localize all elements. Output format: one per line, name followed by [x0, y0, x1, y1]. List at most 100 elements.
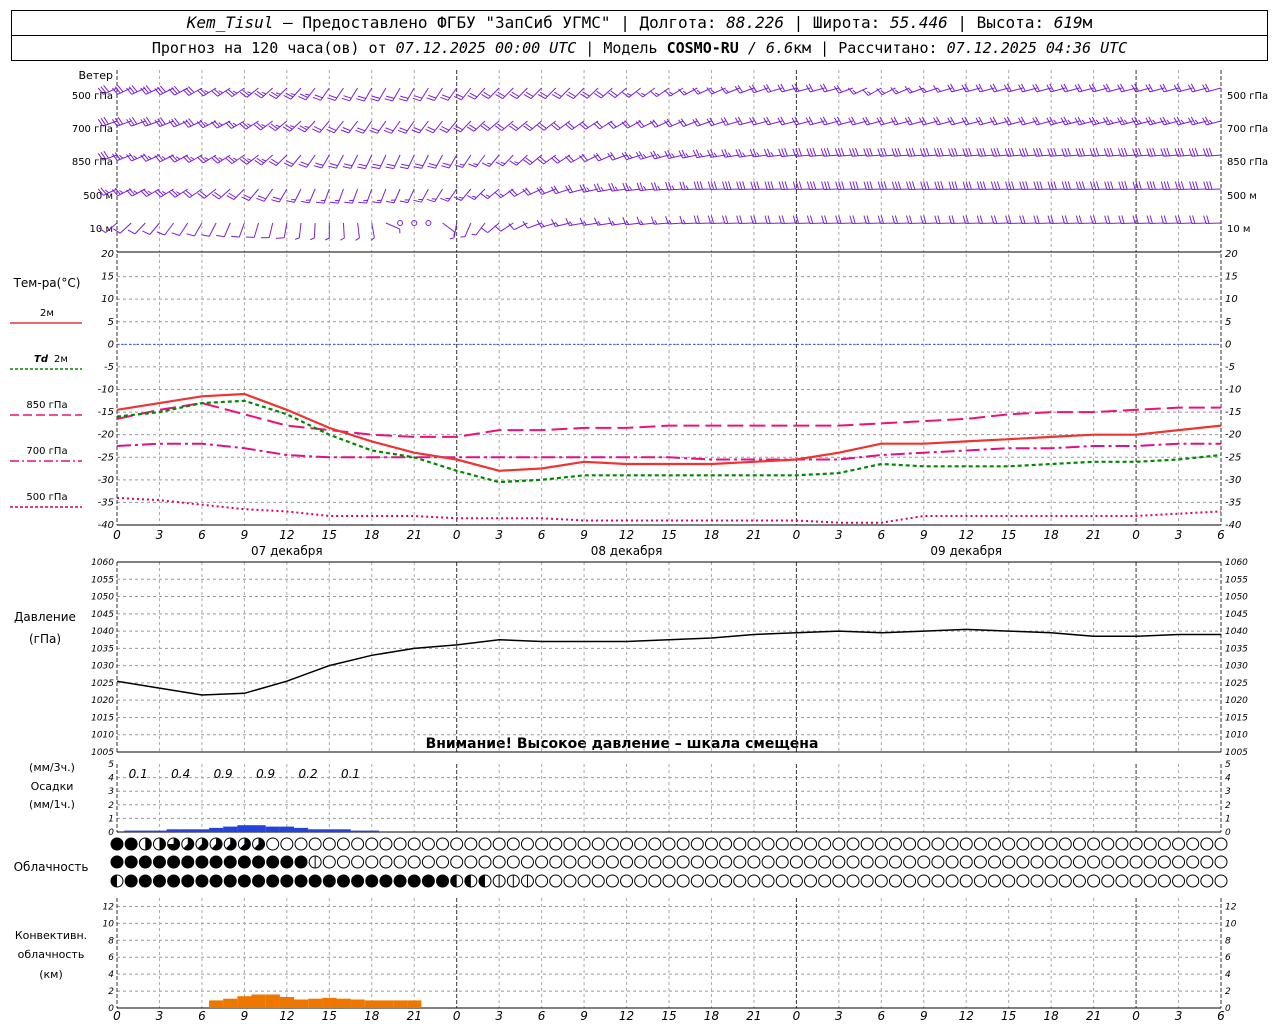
wind-barb-shaft — [461, 87, 472, 101]
pressure-tick-left: 1030 — [91, 662, 114, 672]
cloud-clear-icon — [648, 874, 662, 888]
wind-barb-feather — [883, 147, 887, 156]
temp-day-label: 08 декабря — [591, 544, 663, 558]
wind-barb-feather — [852, 215, 856, 224]
wind-barb-feather — [894, 215, 899, 224]
wind-barb-feather — [1203, 181, 1207, 190]
wind-barb-shaft — [823, 222, 839, 224]
pressure-tick-right: 1005 — [1225, 748, 1248, 758]
temp-tick-left: -25 — [98, 452, 114, 463]
wind-barb-shaft — [433, 87, 443, 101]
temp-tick-right: 0 — [1225, 339, 1231, 350]
wind-barb-shaft — [407, 154, 415, 169]
wind-barb-feather — [1110, 181, 1114, 190]
wind-barb-shaft — [502, 154, 514, 167]
wind-barb-feather — [642, 153, 647, 158]
cloud-clear-icon — [336, 837, 350, 851]
wind-level-label-500hpa-right: 500 гПа — [1227, 91, 1268, 102]
wind-barb-feather — [216, 234, 225, 238]
cloud-clear-icon — [1030, 855, 1044, 869]
cloud-clear-icon — [563, 874, 577, 888]
wind-barb-feather — [440, 96, 449, 101]
wind-barb-feather — [784, 148, 788, 157]
wind-barb-feather — [1118, 181, 1122, 190]
wind-barb-shaft — [809, 188, 825, 190]
cloud-overcast-icon — [252, 855, 266, 869]
cloud-overcast-icon — [266, 874, 280, 888]
cloud-clear-icon — [1072, 855, 1086, 869]
wind-barb-feather — [812, 181, 817, 190]
precip-bar — [124, 830, 139, 832]
conv-xtick-label: 0 — [793, 1009, 801, 1023]
cloud-clear-icon — [945, 855, 959, 869]
conv-bar — [265, 994, 280, 1008]
wind-barb-feather — [357, 95, 366, 99]
wind-barb-feather — [724, 149, 729, 157]
wind-barb-feather — [696, 89, 701, 94]
temp-tick-right: -15 — [1225, 407, 1241, 418]
wind-barb-feather — [555, 221, 559, 227]
precip-bar — [251, 825, 266, 832]
cloud-clear-icon — [874, 837, 888, 851]
wind-barb-shaft — [837, 188, 854, 190]
wind-barb-feather — [569, 221, 573, 226]
wind-barb-shaft — [393, 188, 401, 203]
wind-barb-feather — [320, 199, 326, 202]
wind-barb-shaft — [642, 87, 656, 98]
wind-barb-feather — [247, 158, 252, 162]
pressure-tick-left: 1005 — [91, 748, 114, 758]
cloud-overcast-icon — [195, 855, 209, 869]
wind-barb-feather — [441, 94, 450, 99]
wind-barb-feather — [968, 181, 972, 190]
cloud-clear-icon — [917, 855, 931, 869]
cloud-clear-icon — [1002, 874, 1016, 888]
wind-barb-feather — [1132, 215, 1136, 224]
cloud-overcast-icon — [138, 874, 152, 888]
wind-barb-feather — [411, 129, 420, 134]
cloud-clear-icon — [846, 855, 860, 869]
wind-barb-shaft — [362, 120, 373, 134]
wind-barb-feather — [1138, 147, 1142, 156]
cloud-overcast-icon — [266, 855, 280, 869]
wind-barb-shaft — [283, 222, 288, 238]
cloud-clear-icon — [520, 855, 534, 869]
cloud-clear-icon — [492, 837, 506, 851]
cloud-clear-icon — [563, 837, 577, 851]
wind-barb-shaft — [488, 87, 500, 99]
wind-barb-shaft — [253, 222, 260, 238]
wind-barb-feather — [722, 181, 726, 190]
cloud-overcast-icon — [407, 874, 421, 888]
wind-barb-feather — [990, 215, 995, 224]
conv-tick-right: 8 — [1225, 936, 1231, 946]
wind-barb-feather — [326, 128, 335, 134]
wind-barb-feather — [1024, 147, 1029, 156]
cloud-clear-icon — [1172, 855, 1186, 869]
cloud-overcast-icon — [351, 874, 365, 888]
wind-barb-feather — [993, 181, 998, 190]
wind-barb-feather — [1192, 215, 1196, 224]
wind-barb-feather — [1195, 181, 1199, 190]
temp-xtick-label: 9 — [580, 528, 588, 542]
conv-xtick-label: 12 — [959, 1009, 974, 1023]
wind-barb-shaft — [217, 87, 231, 97]
temp-tick-left: 10 — [101, 294, 114, 305]
wind-barb-feather — [643, 185, 647, 191]
wind-barb-feather — [565, 217, 570, 226]
temp-xtick-label: 3 — [495, 528, 503, 542]
wind-barb-shaft — [837, 222, 854, 224]
temp-tick-left: 5 — [108, 317, 114, 328]
wind-barb-feather — [798, 147, 803, 157]
precip-bar — [138, 830, 153, 832]
wind-barb-feather — [821, 181, 825, 190]
wind-barb-shaft — [795, 222, 811, 224]
precip-tick-right: 3 — [1225, 787, 1231, 797]
cloud-clear-icon — [690, 855, 704, 869]
meteogram: Ветер 500 гПа 700 гПа 850 гПа 500 м 10 м… — [10, 69, 1268, 1023]
wind-barb-shaft — [474, 87, 486, 100]
cloud-clear-icon — [563, 855, 577, 869]
wind-barb-feather — [231, 235, 240, 238]
conv-bar — [407, 1000, 422, 1008]
cloud-clear-icon — [945, 837, 959, 851]
wind-barb-feather — [286, 200, 295, 203]
conv-xtick-label: 15 — [1001, 1009, 1016, 1023]
